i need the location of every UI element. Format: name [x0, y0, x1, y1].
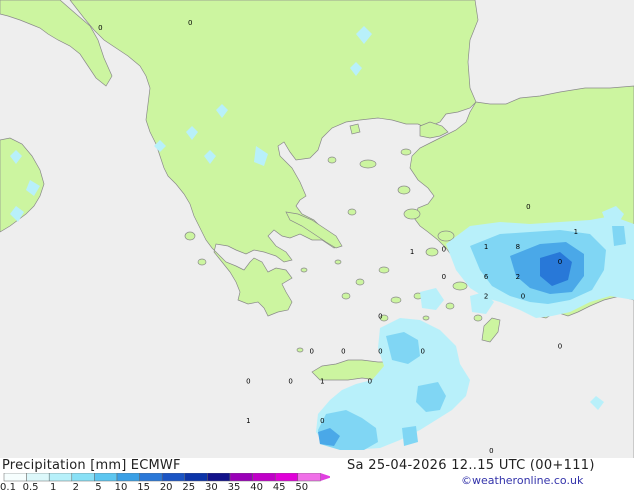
legend-swatch: [71, 473, 95, 482]
precip-value-label: 0: [378, 313, 382, 321]
legend-swatch: [139, 473, 163, 482]
precip-value-label: 1: [574, 228, 578, 236]
precip-value-label: 0: [288, 377, 292, 385]
precip-value-label: 1: [410, 248, 414, 256]
precip-value-label: 2: [484, 293, 488, 301]
legend-label: 50: [295, 482, 309, 493]
precip-value-label: 1: [320, 377, 324, 385]
precip-value-label: 1: [484, 243, 488, 251]
legend-label: 0.1: [0, 482, 16, 493]
legend-label: 35: [227, 482, 241, 493]
legend-swatch: [207, 473, 231, 482]
legend-label: 30: [205, 482, 218, 493]
precip-value-label: 0: [442, 245, 446, 253]
map-title: Precipitation [mm] ECMWF: [2, 458, 181, 473]
legend-swatch: [48, 473, 73, 482]
legend-swatch: [116, 473, 140, 482]
legend-overflow-arrow: [320, 473, 330, 481]
legend-label: 25: [182, 482, 196, 493]
legend-swatch: [161, 473, 186, 482]
legend-label: 40: [250, 482, 263, 493]
legend-label: 45: [272, 482, 286, 493]
legend-label: 15: [137, 482, 150, 493]
info-bar: Precipitation [mm] ECMWF Sa 25-04-2026 1…: [0, 458, 634, 493]
precip-value-label: 0: [341, 348, 345, 356]
legend-swatch: [184, 473, 208, 482]
land-thasos: [349, 123, 361, 135]
legend-swatch: [229, 473, 253, 482]
precip-legend: 0.1 0.5 1 2 5 10 15 20 25 30 35 40 45 50: [0, 473, 330, 493]
legend-swatch: [297, 473, 321, 482]
legend-swatch: [26, 473, 50, 482]
precip-value-label: 0: [98, 24, 102, 32]
valid-time: Sa 25-04-2026 12..15 UTC (00+111): [347, 458, 595, 473]
precip-value-label: 0: [368, 377, 372, 385]
legend-label: 10: [114, 482, 128, 493]
legend-label: 5: [95, 482, 102, 493]
precip-value-label: 1: [246, 417, 250, 425]
precip-value-label: 0: [420, 348, 424, 356]
precip-value-label: 0: [521, 293, 525, 301]
legend-label: 2: [72, 482, 79, 493]
legend-swatch: [274, 473, 299, 482]
precip-value-label: 0: [558, 343, 562, 351]
precip-value-label: 0: [526, 203, 530, 211]
precip-value-label: 0: [442, 273, 446, 281]
precip-value-label: 0: [489, 447, 493, 455]
map-canvas: 1 0 1 8 6 2 0 2 0 0 0 0 0 0 0 1 0 1 0 0 0 0 1 0 0 0 0: [0, 0, 634, 458]
legend-swatch: [3, 473, 27, 482]
legend-swatch: [252, 473, 276, 482]
legend-label: 1: [50, 482, 57, 493]
credit-link[interactable]: ©weatheronline.co.uk: [461, 474, 583, 487]
precip-value-label: 2: [516, 273, 520, 281]
precip-value-label: 0: [378, 348, 382, 356]
precip-value-label: 0: [320, 417, 324, 425]
precip-value-label: 0: [188, 19, 192, 27]
precip-value-label: 8: [516, 243, 520, 251]
precip-value-label: 0: [246, 377, 250, 385]
legend-label: 20: [159, 482, 173, 493]
legend-swatch: [94, 473, 118, 482]
precip-value-label: 6: [484, 273, 489, 281]
precipitation-map: 1 0 1 8 6 2 0 2 0 0 0 0 0 0 0 1 0 1 0 0 0 0 1 0 0 0 0: [0, 0, 634, 458]
legend-label: 0.5: [22, 482, 39, 493]
precip-value-label: 0: [309, 348, 313, 356]
precip-value-label: 0: [558, 258, 562, 266]
